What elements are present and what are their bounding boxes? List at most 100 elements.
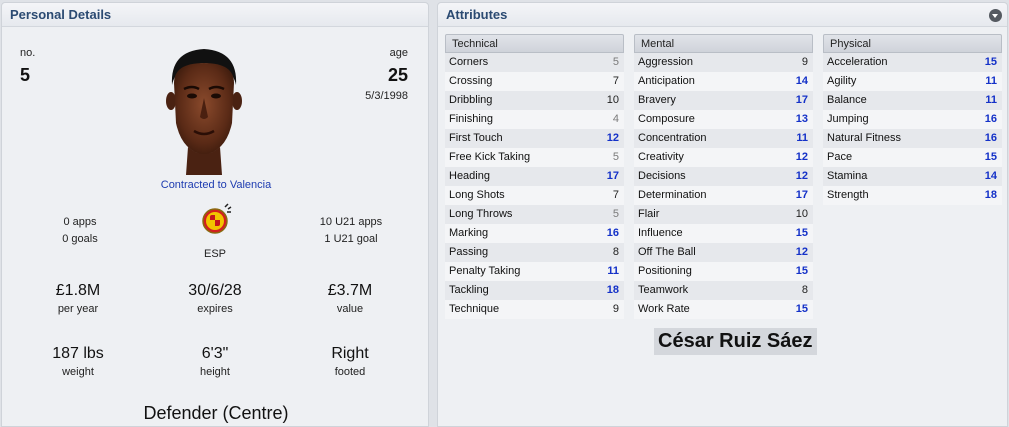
attribute-name: Jumping <box>827 113 869 125</box>
market-value: £3.7M <box>327 282 373 299</box>
attribute-row[interactable]: First Touch 12 <box>445 129 624 148</box>
attribute-row[interactable]: Corners 5 <box>445 53 624 72</box>
attribute-row[interactable]: Marking 16 <box>445 224 624 243</box>
nation-crest-icon[interactable] <box>191 203 239 249</box>
attribute-name: Crossing <box>449 75 493 87</box>
technical-attributes-column: Technical Corners 5 Crossing 7 Dribbling 10 Fi… <box>445 34 624 319</box>
attribute-row[interactable]: Penalty Taking 11 <box>445 262 624 281</box>
attribute-value: 15 <box>795 227 808 239</box>
attribute-name: Finishing <box>449 113 494 125</box>
attribute-value: 17 <box>606 170 619 182</box>
attribute-name: Teamwork <box>638 284 689 296</box>
nation-code: ESP <box>203 248 226 260</box>
attribute-row[interactable]: Jumping 16 <box>823 110 1002 129</box>
attribute-row[interactable]: Strength 18 <box>823 186 1002 205</box>
attribute-row[interactable]: Agility 11 <box>823 72 1002 91</box>
attribute-name: Acceleration <box>827 56 888 68</box>
physical-rows: Acceleration 15 Agility 11 Balance 11 Jumping 1… <box>823 53 1002 205</box>
attribute-name: Heading <box>449 170 490 182</box>
mental-attributes-column: Mental Aggression 9 Anticipation 14 Bravery 1… <box>634 34 813 319</box>
attribute-name: Creativity <box>638 151 684 163</box>
preferred-foot-value: Right <box>331 345 369 362</box>
date-of-birth: 5/3/1998 <box>365 90 408 102</box>
attribute-value: 8 <box>801 284 808 296</box>
attribute-row[interactable]: Acceleration 15 <box>823 53 1002 72</box>
personal-details-header: Personal Details <box>2 3 428 27</box>
attribute-name: Penalty Taking <box>449 265 521 277</box>
attribute-name: First Touch <box>449 132 503 144</box>
mental-rows: Aggression 9 Anticipation 14 Bravery 17 Compos… <box>634 53 813 319</box>
attribute-name: Dribbling <box>449 94 493 106</box>
attribute-name: Balance <box>827 94 867 106</box>
weight-value: 187 lbs <box>52 345 104 362</box>
attribute-row[interactable]: Crossing 7 <box>445 72 624 91</box>
attribute-value: 15 <box>984 151 997 163</box>
height-label: height <box>200 366 230 378</box>
attribute-row[interactable]: Flair 10 <box>634 205 813 224</box>
attribute-row[interactable]: Determination 17 <box>634 186 813 205</box>
attribute-name: Technique <box>449 303 500 315</box>
attribute-name: Flair <box>638 208 660 220</box>
attribute-row[interactable]: Work Rate 15 <box>634 300 813 319</box>
attribute-name: Work Rate <box>638 303 690 315</box>
attribute-name: Pace <box>827 151 853 163</box>
contract-expiry-label: expires <box>197 303 233 315</box>
attribute-row[interactable]: Positioning 15 <box>634 262 813 281</box>
attribute-row[interactable]: Free Kick Taking 5 <box>445 148 624 167</box>
attribute-row[interactable]: Stamina 14 <box>823 167 1002 186</box>
attribute-row[interactable]: Decisions 12 <box>634 167 813 186</box>
attributes-header: Attributes <box>438 3 1007 27</box>
attribute-row[interactable]: Influence 15 <box>634 224 813 243</box>
attribute-row[interactable]: Dribbling 10 <box>445 91 624 110</box>
attribute-row[interactable]: Creativity 12 <box>634 148 813 167</box>
mental-header: Mental <box>634 34 813 53</box>
attribute-value: 10 <box>606 94 619 106</box>
technical-rows: Corners 5 Crossing 7 Dribbling 10 Finishing 4 Fi… <box>445 53 624 319</box>
player-name-label: César Ruiz Sáez <box>654 328 817 355</box>
attribute-row[interactable]: Bravery 17 <box>634 91 813 110</box>
attribute-name: Agility <box>827 75 857 87</box>
attributes-panel: Attributes Technical Corners 5 Crossing 7 Dr… <box>437 2 1008 427</box>
attribute-row[interactable]: Passing 8 <box>445 243 624 262</box>
technical-header: Technical <box>445 34 624 53</box>
attribute-row[interactable]: Pace 15 <box>823 148 1002 167</box>
attribute-value: 12 <box>795 170 808 182</box>
attribute-row[interactable]: Composure 13 <box>634 110 813 129</box>
attribute-row[interactable]: Teamwork 8 <box>634 281 813 300</box>
attribute-row[interactable]: Anticipation 14 <box>634 72 813 91</box>
u21-apps-count: 10 U21 apps <box>319 216 383 228</box>
attribute-name: Passing <box>449 246 489 258</box>
attribute-name: Positioning <box>638 265 692 277</box>
attribute-row[interactable]: Aggression 9 <box>634 53 813 72</box>
attribute-value: 17 <box>795 189 808 201</box>
attribute-row[interactable]: Long Shots 7 <box>445 186 624 205</box>
attribute-name: Influence <box>638 227 683 239</box>
contract-status-link[interactable]: Contracted to Valencia <box>116 179 316 191</box>
u21-goals-count: 1 U21 goal <box>324 233 378 245</box>
attribute-value: 15 <box>795 265 808 277</box>
contract-expiry-value: 30/6/28 <box>188 282 242 299</box>
attribute-value: 15 <box>984 56 997 68</box>
attribute-value: 17 <box>795 94 808 106</box>
chevron-down-circle-icon[interactable] <box>989 9 1002 22</box>
attribute-row[interactable]: Long Throws 5 <box>445 205 624 224</box>
attribute-value: 18 <box>984 189 997 201</box>
attribute-row[interactable]: Heading 17 <box>445 167 624 186</box>
attribute-value: 15 <box>795 303 808 315</box>
attribute-value: 5 <box>612 151 619 163</box>
attribute-row[interactable]: Technique 9 <box>445 300 624 319</box>
attribute-row[interactable]: Natural Fitness 16 <box>823 129 1002 148</box>
attribute-row[interactable]: Off The Ball 12 <box>634 243 813 262</box>
attribute-value: 8 <box>612 246 619 258</box>
attribute-value: 12 <box>795 151 808 163</box>
attribute-value: 14 <box>795 75 808 87</box>
attribute-row[interactable]: Tackling 18 <box>445 281 624 300</box>
attribute-name: Free Kick Taking <box>449 151 531 163</box>
attribute-row[interactable]: Concentration 11 <box>634 129 813 148</box>
attribute-value: 9 <box>801 56 808 68</box>
attribute-name: Determination <box>638 189 707 201</box>
attribute-row[interactable]: Balance 11 <box>823 91 1002 110</box>
attribute-name: Marking <box>449 227 489 239</box>
attribute-row[interactable]: Finishing 4 <box>445 110 624 129</box>
attribute-name: Strength <box>827 189 869 201</box>
